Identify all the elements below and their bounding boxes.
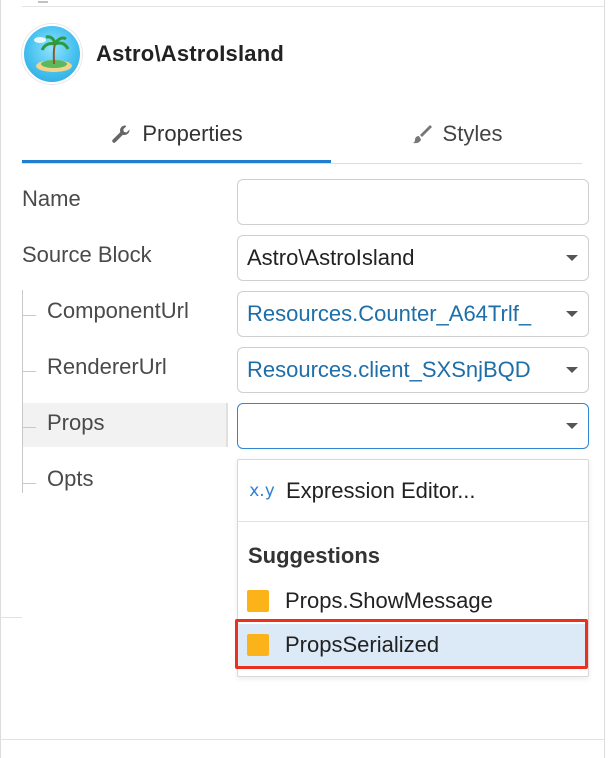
- island-icon: [22, 24, 82, 84]
- source-block-label: Source Block: [22, 242, 152, 267]
- block-title: Astro\AstroIsland: [96, 41, 284, 66]
- brush-icon: [411, 123, 433, 145]
- suggestion-item[interactable]: Props.ShowMessage: [238, 580, 588, 622]
- expression-icon: x.y: [249, 480, 275, 501]
- tab-label: Styles: [442, 121, 503, 146]
- chevron-down-icon: [566, 367, 578, 373]
- panel-right-border: [604, 0, 605, 758]
- name-input[interactable]: [237, 179, 589, 225]
- suggestion-label: Props.ShowMessage: [285, 588, 493, 613]
- tree-branch: [22, 371, 36, 372]
- renderer-url-select[interactable]: Resources.client_SXSnjBQD: [237, 347, 589, 393]
- top-fragment: [38, 0, 48, 3]
- expression-editor-label: Expression Editor...: [286, 477, 476, 503]
- chevron-down-icon: [566, 311, 578, 317]
- props-dropdown: x.y Expression Editor... Suggestions Pro…: [237, 459, 589, 677]
- props-label: Props: [47, 410, 105, 435]
- panel-left-border: [0, 0, 1, 758]
- component-url-select[interactable]: Resources.Counter_A64Trlf_: [237, 291, 589, 337]
- divider-line: [0, 739, 604, 740]
- variable-swatch-icon: [247, 634, 269, 656]
- tab-bar: Properties Styles: [22, 106, 582, 164]
- source-block-value: Astro\AstroIsland: [247, 245, 415, 270]
- props-select[interactable]: [237, 403, 589, 449]
- component-url-label: ComponentUrl: [47, 298, 189, 323]
- tab-styles[interactable]: Styles: [331, 106, 582, 162]
- suggestions-heading: Suggestions: [248, 543, 381, 568]
- chevron-down-icon: [566, 255, 578, 261]
- block-header: Astro\AstroIsland: [22, 24, 284, 84]
- source-block-select[interactable]: Astro\AstroIsland: [237, 235, 589, 281]
- component-url-value: Resources.Counter_A64Trlf_: [247, 301, 532, 326]
- chevron-down-icon: [566, 423, 578, 429]
- variable-swatch-icon: [247, 590, 269, 612]
- renderer-url-value: Resources.client_SXSnjBQD: [247, 357, 531, 382]
- opts-label: Opts: [47, 466, 94, 491]
- divider-line: [0, 617, 22, 618]
- expression-editor-option[interactable]: x.y Expression Editor...: [238, 460, 588, 522]
- tab-properties[interactable]: Properties: [22, 106, 331, 162]
- tree-branch: [22, 483, 36, 484]
- top-divider: [22, 6, 604, 7]
- suggestion-item-highlighted[interactable]: PropsSerialized: [238, 624, 588, 666]
- name-label: Name: [22, 186, 81, 211]
- tree-branch: [22, 427, 36, 428]
- renderer-url-label: RendererUrl: [47, 354, 167, 379]
- tab-label: Properties: [142, 121, 243, 146]
- tree-branch: [22, 315, 36, 316]
- wrench-icon: [110, 123, 132, 145]
- tree-line: [22, 290, 23, 493]
- active-tab-indicator: [22, 160, 331, 163]
- suggestion-label: PropsSerialized: [285, 632, 440, 657]
